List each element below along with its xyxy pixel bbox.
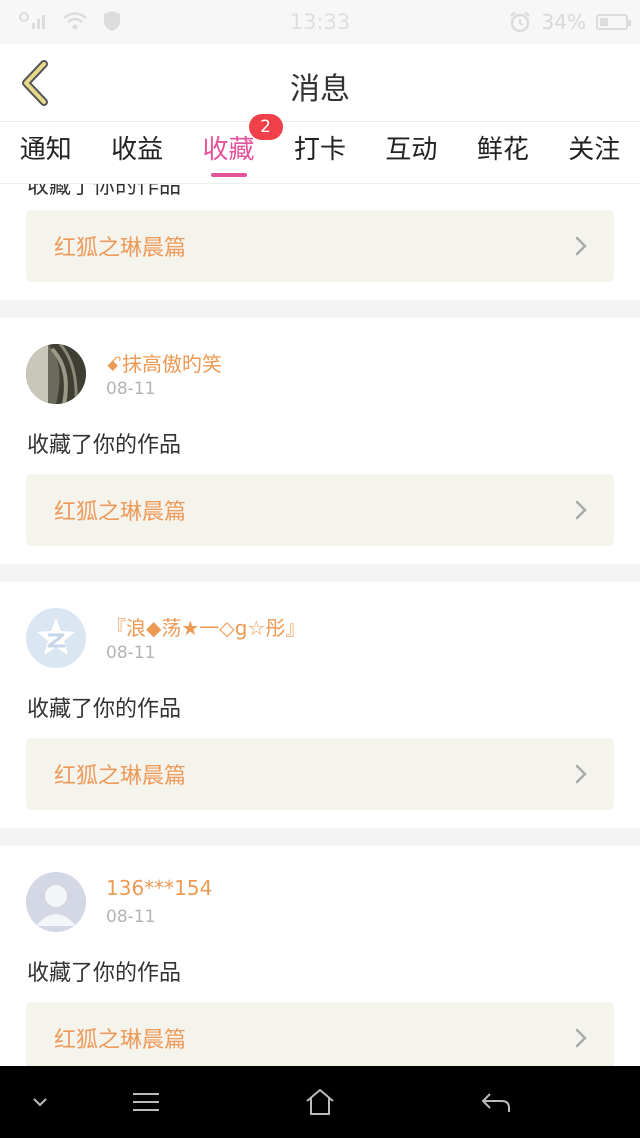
action-text: 收藏了你的作品 xyxy=(27,184,182,199)
back-icon xyxy=(482,1093,510,1112)
tab-notifications[interactable]: 通知 xyxy=(0,122,91,183)
qzone-logo-icon xyxy=(26,608,86,668)
message-card: 136***154 08-11 收藏了你的作品 红狐之琳晨篇 xyxy=(0,846,640,1066)
collapse-icon xyxy=(33,1098,47,1107)
battery-icon xyxy=(596,14,631,30)
work-link[interactable]: 红狐之琳晨篇 xyxy=(26,474,614,546)
tab-label: 通知 xyxy=(19,135,72,165)
date: 08-11 xyxy=(106,907,156,927)
tab-checkin[interactable]: 打卡 xyxy=(274,122,365,183)
username[interactable]: ꗃ抹高傲旳笑 xyxy=(106,348,222,377)
work-title: 红狐之琳晨篇 xyxy=(54,236,187,261)
work-link[interactable]: 红狐之琳晨篇 xyxy=(26,738,614,810)
date: 08-11 xyxy=(106,643,156,663)
battery-percent: 34% xyxy=(541,10,586,34)
chevron-left-icon xyxy=(22,60,48,106)
nav-bar: 消息 xyxy=(0,44,640,122)
message-card: 『浪◆荡★一◇g☆彤』 08-11 收藏了你的作品 红狐之琳晨篇 xyxy=(0,582,640,828)
work-link[interactable]: 红狐之琳晨篇 xyxy=(26,1002,614,1066)
back-button[interactable] xyxy=(10,56,60,110)
tab-favorites[interactable]: 收藏 2 xyxy=(183,114,283,183)
menu-icon xyxy=(133,1093,159,1111)
action-text: 收藏了你的作品 xyxy=(27,697,182,722)
date: 08-11 xyxy=(106,379,156,399)
tab-label: 收益 xyxy=(111,135,164,165)
username[interactable]: 136***154 xyxy=(106,876,212,900)
tab-label: 互动 xyxy=(385,135,438,165)
avatar[interactable] xyxy=(26,344,86,404)
back-nav-button[interactable] xyxy=(476,1084,516,1120)
status-right-icons: 34% xyxy=(508,10,631,34)
photo-avatar-icon xyxy=(26,344,86,404)
page-title: 消息 xyxy=(290,72,350,107)
status-bar: 13:33 34% xyxy=(0,0,640,44)
message-feed[interactable]: 收藏了你的作品 红狐之琳晨篇 ꗃ抹高傲旳笑 08-11 收藏了你的作品 红狐之琳… xyxy=(0,184,640,1066)
tab-earnings[interactable]: 收益 xyxy=(91,122,182,183)
action-text: 收藏了你的作品 xyxy=(27,433,182,458)
tab-interactions[interactable]: 互动 xyxy=(366,122,457,183)
chevron-right-icon xyxy=(575,500,587,520)
tab-label: 打卡 xyxy=(293,135,346,165)
system-nav-bar xyxy=(0,1066,640,1138)
home-button[interactable] xyxy=(300,1084,340,1120)
avatar[interactable] xyxy=(26,608,86,668)
work-title: 红狐之琳晨篇 xyxy=(54,500,187,525)
work-link[interactable]: 红狐之琳晨篇 xyxy=(26,210,614,282)
message-card: 收藏了你的作品 红狐之琳晨篇 xyxy=(0,184,640,300)
home-icon xyxy=(306,1089,334,1115)
menu-button[interactable] xyxy=(126,1084,166,1120)
active-tab-indicator xyxy=(210,173,247,177)
chevron-right-icon xyxy=(575,1028,587,1048)
alarm-icon xyxy=(509,11,530,33)
username[interactable]: 『浪◆荡★一◇g☆彤』 xyxy=(106,612,305,641)
tab-flowers[interactable]: 鲜花 xyxy=(457,122,548,183)
message-card: ꗃ抹高傲旳笑 08-11 收藏了你的作品 红狐之琳晨篇 xyxy=(0,318,640,564)
tab-label: 关注 xyxy=(568,135,621,165)
default-user-icon xyxy=(26,872,86,932)
chevron-right-icon xyxy=(575,764,587,784)
tab-bar: 通知 收益 收藏 2 打卡 互动 鲜花 关注 xyxy=(0,114,640,184)
avatar[interactable] xyxy=(26,872,86,932)
work-title: 红狐之琳晨篇 xyxy=(54,1028,187,1053)
action-text: 收藏了你的作品 xyxy=(27,961,182,986)
tab-follows[interactable]: 关注 xyxy=(549,122,640,183)
work-title: 红狐之琳晨篇 xyxy=(54,764,187,789)
tab-label: 收藏 xyxy=(202,135,255,165)
chevron-right-icon xyxy=(575,236,587,256)
collapse-button[interactable] xyxy=(20,1084,60,1120)
tab-label: 鲜花 xyxy=(476,135,529,165)
